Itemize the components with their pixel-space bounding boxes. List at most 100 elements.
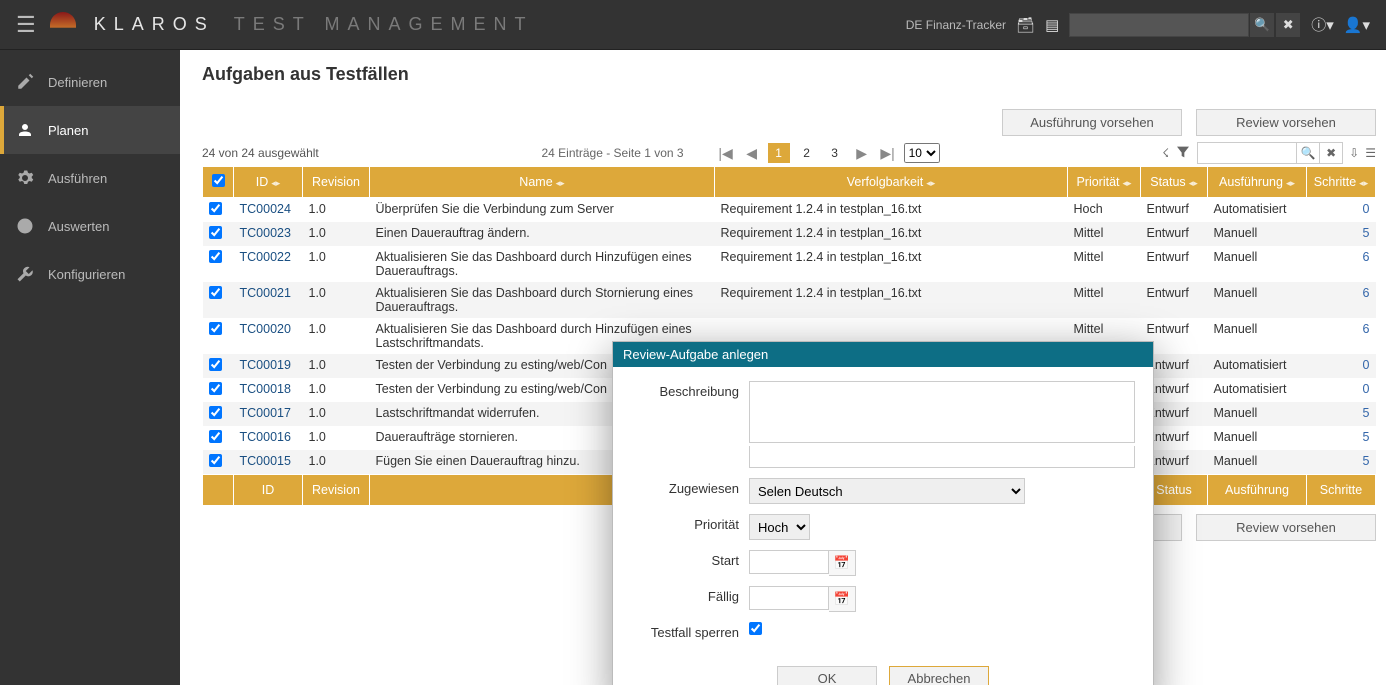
page-3[interactable]: 3 (824, 143, 846, 163)
cell-status: Entwurf (1141, 222, 1208, 246)
cell-steps: 6 (1307, 282, 1376, 318)
cell-traceability: Requirement 1.2.4 in testplan_16.txt (715, 222, 1068, 246)
table-search-icon[interactable]: 🔍 (1296, 143, 1319, 163)
cell-traceability: Requirement 1.2.4 in testplan_16.txt (715, 282, 1068, 318)
row-checkbox[interactable] (209, 358, 222, 371)
calendar-icon[interactable]: 📅 (829, 550, 856, 576)
cell-steps: 0 (1307, 198, 1376, 223)
row-checkbox[interactable] (209, 454, 222, 467)
global-search-input[interactable] (1069, 13, 1249, 37)
foot-steps: Schritte (1307, 475, 1376, 506)
col-traceability[interactable]: Verfolgbarkeit◂▸ (715, 167, 1068, 198)
menu-icon[interactable]: ☰ (16, 12, 36, 38)
sidebar-item-plan[interactable]: Planen (0, 106, 180, 154)
start-date-input[interactable] (749, 550, 829, 574)
cell-steps: 0 (1307, 378, 1376, 402)
help-icon[interactable]: ⓘ▾ (1311, 14, 1334, 35)
table-search-clear-icon[interactable]: ✖ (1319, 143, 1342, 163)
search-icon[interactable]: 🔍 (1249, 12, 1275, 38)
export-icon[interactable]: ⇩ (1349, 146, 1359, 160)
next-page-icon[interactable]: ▶ (852, 145, 872, 162)
row-checkbox[interactable] (209, 202, 222, 215)
table-search-input[interactable] (1198, 144, 1296, 162)
edit-icon (16, 73, 34, 91)
schedule-execution-button[interactable]: Ausführung vorsehen (1002, 109, 1182, 136)
testcase-id-link[interactable]: TC00018 (240, 382, 291, 396)
archive-icon[interactable]: 🗃 (1016, 16, 1035, 34)
cell-steps: 6 (1307, 246, 1376, 282)
cell-revision: 1.0 (303, 426, 370, 450)
user-icon[interactable]: 👤▾ (1344, 16, 1370, 34)
cell-name: Einen Dauerauftrag ändern. (370, 222, 715, 246)
cell-name: Aktualisieren Sie das Dashboard durch Hi… (370, 246, 715, 282)
pager-info: 24 Einträge - Seite 1 von 3 (541, 146, 683, 160)
due-date-input[interactable] (749, 586, 829, 610)
testcase-id-link[interactable]: TC00015 (240, 454, 291, 468)
select-all-checkbox[interactable] (212, 174, 225, 187)
foot-rev: Revision (303, 475, 370, 506)
col-steps[interactable]: Schritte◂▸ (1307, 167, 1376, 198)
list-icon[interactable]: ▤ (1045, 16, 1059, 34)
page-2[interactable]: 2 (796, 143, 818, 163)
ok-button[interactable]: OK (777, 666, 877, 685)
page-title: Aufgaben aus Testfällen (202, 64, 1376, 85)
schedule-review-button-bottom[interactable]: Review vorsehen (1196, 514, 1376, 541)
priority-select[interactable]: Hoch (749, 514, 810, 540)
testcase-id-link[interactable]: TC00017 (240, 406, 291, 420)
testcase-id-link[interactable]: TC00024 (240, 202, 291, 216)
testcase-id-link[interactable]: TC00023 (240, 226, 291, 240)
col-revision[interactable]: Revision (303, 167, 370, 198)
page-1[interactable]: 1 (768, 143, 790, 163)
lock-testcase-checkbox[interactable] (749, 622, 762, 635)
description-input[interactable] (749, 381, 1135, 443)
main-content: Aufgaben aus Testfällen Ausführung vorse… (180, 50, 1386, 685)
col-priority[interactable]: Priorität◂▸ (1068, 167, 1141, 198)
testcase-id-link[interactable]: TC00016 (240, 430, 291, 444)
col-id[interactable]: ID◂▸ (234, 167, 303, 198)
filter-icon[interactable] (1175, 144, 1191, 163)
col-status[interactable]: Status◂▸ (1141, 167, 1208, 198)
cell-execution: Automatisiert (1208, 378, 1307, 402)
cell-execution: Automatisiert (1208, 198, 1307, 223)
cell-execution: Manuell (1208, 402, 1307, 426)
description-footer (749, 446, 1135, 468)
page-size-select[interactable]: 10 (904, 143, 940, 163)
row-checkbox[interactable] (209, 406, 222, 419)
sidebar-item-label: Konfigurieren (48, 267, 125, 282)
assignee-select[interactable]: Selen Deutsch (749, 478, 1025, 504)
row-checkbox[interactable] (209, 286, 222, 299)
cell-steps: 6 (1307, 318, 1376, 354)
row-checkbox[interactable] (209, 322, 222, 335)
row-checkbox[interactable] (209, 430, 222, 443)
sidebar-item-evaluate[interactable]: Auswerten (0, 202, 180, 250)
chart-icon (16, 217, 34, 235)
calendar-icon[interactable]: 📅 (829, 586, 856, 612)
clear-search-icon[interactable]: ✖ (1275, 12, 1301, 38)
sidebar-item-execute[interactable]: Ausführen (0, 154, 180, 202)
cell-status: Entwurf (1141, 282, 1208, 318)
testcase-id-link[interactable]: TC00020 (240, 322, 291, 336)
last-page-icon[interactable]: ▶| (878, 145, 898, 162)
col-name[interactable]: Name◂▸ (370, 167, 715, 198)
tree-icon[interactable]: ☇ (1162, 146, 1169, 160)
sidebar-item-configure[interactable]: Konfigurieren (0, 250, 180, 298)
sidebar-item-label: Ausführen (48, 171, 107, 186)
testcase-id-link[interactable]: TC00019 (240, 358, 291, 372)
users-icon (16, 121, 34, 139)
sidebar-item-define[interactable]: Definieren (0, 58, 180, 106)
col-execution[interactable]: Ausführung◂▸ (1208, 167, 1307, 198)
schedule-review-button[interactable]: Review vorsehen (1196, 109, 1376, 136)
prev-page-icon[interactable]: ◀ (742, 145, 762, 162)
testcase-id-link[interactable]: TC00021 (240, 286, 291, 300)
first-page-icon[interactable]: |◀ (716, 145, 736, 162)
testcase-id-link[interactable]: TC00022 (240, 250, 291, 264)
cancel-button[interactable]: Abbrechen (889, 666, 989, 685)
row-checkbox[interactable] (209, 382, 222, 395)
cell-execution: Manuell (1208, 318, 1307, 354)
row-checkbox[interactable] (209, 226, 222, 239)
row-checkbox[interactable] (209, 250, 222, 263)
cell-revision: 1.0 (303, 222, 370, 246)
cell-revision: 1.0 (303, 198, 370, 223)
dialog-title: Review-Aufgabe anlegen (613, 342, 1153, 367)
table-menu-icon[interactable]: ☰ (1365, 146, 1376, 160)
